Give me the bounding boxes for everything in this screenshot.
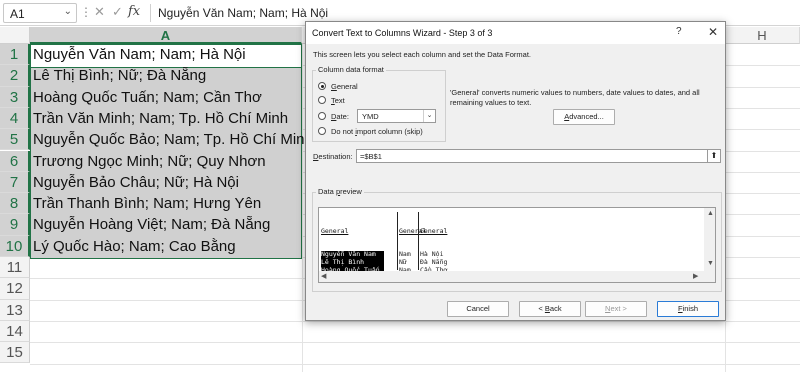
radio-label-text: Text bbox=[331, 96, 345, 105]
row-header[interactable]: 10 bbox=[0, 235, 30, 257]
date-format-select[interactable]: YMD ⌄ bbox=[357, 109, 436, 123]
select-all-corner[interactable] bbox=[0, 27, 30, 44]
cell-a9[interactable]: Nguyễn Hoàng Việt; Nam; Đà Nẵng bbox=[33, 216, 270, 233]
radio-text[interactable] bbox=[318, 96, 326, 104]
column-break[interactable] bbox=[397, 212, 398, 270]
row-header[interactable]: 4 bbox=[0, 107, 30, 130]
radio-skip[interactable] bbox=[318, 127, 326, 135]
column-header-a[interactable]: A bbox=[30, 27, 302, 44]
preview-vertical-scrollbar[interactable]: ▲ ▼ bbox=[704, 208, 715, 282]
radio-label-skip: Do not import column (skip) bbox=[331, 127, 423, 136]
row-header[interactable]: 5 bbox=[0, 129, 30, 151]
preview-header: General bbox=[420, 226, 448, 235]
destination-input[interactable]: =$B$1 bbox=[356, 149, 708, 163]
advanced-button[interactable]: Advanced... bbox=[553, 109, 615, 125]
dialog-titlebar: Convert Text to Columns Wizard - Step 3 … bbox=[306, 22, 725, 44]
finish-button[interactable]: Finish bbox=[657, 301, 719, 317]
close-icon[interactable]: ✕ bbox=[708, 25, 718, 39]
gridline bbox=[30, 363, 800, 365]
row-header[interactable]: 12 bbox=[0, 278, 30, 300]
more-options-icon[interactable]: ⋮ bbox=[80, 5, 92, 19]
cell-a5[interactable]: Nguyễn Quốc Bảo; Nam; Tp. Hồ Chí Minh bbox=[33, 131, 313, 148]
group-label: Column data format bbox=[316, 65, 386, 74]
insert-function-icon[interactable]: fx bbox=[128, 4, 140, 19]
enter-icon[interactable]: ✓ bbox=[112, 4, 123, 20]
scroll-right-icon[interactable]: ▶ bbox=[693, 272, 698, 280]
next-button[interactable]: Next > bbox=[585, 301, 647, 317]
row-header[interactable]: 14 bbox=[0, 320, 30, 343]
row-header[interactable]: 9 bbox=[0, 214, 30, 236]
row-header[interactable]: 13 bbox=[0, 299, 30, 321]
name-box[interactable]: A1 ⌄ bbox=[3, 3, 77, 23]
text-to-columns-dialog: Convert Text to Columns Wizard - Step 3 … bbox=[305, 21, 726, 321]
back-button[interactable]: < Back bbox=[519, 301, 581, 317]
cell-a3[interactable]: Hoàng Quốc Tuấn; Nam; Cần Thơ bbox=[33, 89, 262, 106]
help-icon[interactable]: ? bbox=[676, 26, 682, 37]
preview-horizontal-scrollbar[interactable]: ◀ ▶ bbox=[319, 271, 704, 282]
row-header[interactable]: 8 bbox=[0, 193, 30, 215]
column-break[interactable] bbox=[418, 212, 419, 270]
cell-a4[interactable]: Trần Văn Minh; Nam; Tp. Hồ Chí Minh bbox=[33, 110, 288, 127]
dialog-title: Convert Text to Columns Wizard - Step 3 … bbox=[312, 28, 493, 38]
scroll-up-icon[interactable]: ▲ bbox=[707, 210, 714, 217]
divider bbox=[150, 4, 151, 22]
format-description: 'General' converts numeric values to num… bbox=[450, 88, 700, 107]
preview-cell: Nguyễn Quốc Bảo bbox=[321, 281, 380, 282]
cell-a6[interactable]: Trương Ngọc Minh; Nữ; Quy Nhơn bbox=[33, 153, 266, 170]
radio-general[interactable] bbox=[318, 82, 326, 90]
preview-header: General bbox=[321, 226, 349, 235]
gridline bbox=[302, 44, 303, 372]
formula-input[interactable]: Nguyễn Văn Nam; Nam; Hà Nội bbox=[158, 6, 328, 20]
cell-a2[interactable]: Lê Thị Bình; Nữ; Đà Nẵng bbox=[33, 67, 206, 84]
destination-label: Destination: bbox=[313, 152, 353, 161]
preview-cell: Tp. Hồ Chí Minh bbox=[420, 281, 479, 282]
cell-a7[interactable]: Nguyễn Bảo Châu; Nữ; Hà Nội bbox=[33, 174, 239, 191]
gridline bbox=[30, 320, 800, 322]
gridline bbox=[30, 342, 800, 344]
row-header[interactable]: 7 bbox=[0, 171, 30, 194]
cell-a1[interactable]: Nguyễn Văn Nam; Nam; Hà Nội bbox=[33, 46, 246, 63]
collapse-dialog-icon[interactable]: ⬆ bbox=[707, 149, 721, 163]
cancel-icon[interactable]: ✕ bbox=[94, 4, 105, 20]
radio-label-date: Date: bbox=[331, 112, 349, 121]
row-header[interactable]: 3 bbox=[0, 86, 30, 108]
radio-date[interactable] bbox=[318, 112, 326, 120]
name-box-value: A1 bbox=[10, 7, 25, 21]
row-header[interactable]: 6 bbox=[0, 150, 30, 172]
data-preview[interactable]: General Nguyễn Văn Nam Lê Thị Bình Hoàng Q… bbox=[318, 207, 716, 283]
dialog-intro: This screen lets you select each column … bbox=[313, 50, 532, 59]
preview-cell: Nam bbox=[399, 281, 411, 282]
chevron-down-icon: ⌄ bbox=[423, 110, 435, 122]
row-header[interactable]: 1 bbox=[0, 44, 30, 66]
column-header-h[interactable]: H bbox=[725, 27, 800, 44]
scroll-down-icon[interactable]: ▼ bbox=[707, 260, 714, 267]
radio-label-general: General bbox=[331, 82, 358, 91]
scroll-left-icon[interactable]: ◀ bbox=[321, 272, 326, 280]
cancel-button[interactable]: Cancel bbox=[447, 301, 509, 317]
row-header[interactable]: 15 bbox=[0, 342, 30, 364]
chevron-down-icon[interactable]: ⌄ bbox=[64, 6, 72, 17]
row-header[interactable]: 11 bbox=[0, 257, 30, 279]
data-preview-label: Data preview bbox=[316, 187, 364, 196]
cell-a8[interactable]: Trần Thanh Bình; Nam; Hưng Yên bbox=[33, 195, 261, 212]
date-format-value: YMD bbox=[362, 112, 379, 121]
cell-a10[interactable]: Lý Quốc Hào; Nam; Cao Bằng bbox=[33, 238, 236, 255]
row-header[interactable]: 2 bbox=[0, 65, 30, 87]
